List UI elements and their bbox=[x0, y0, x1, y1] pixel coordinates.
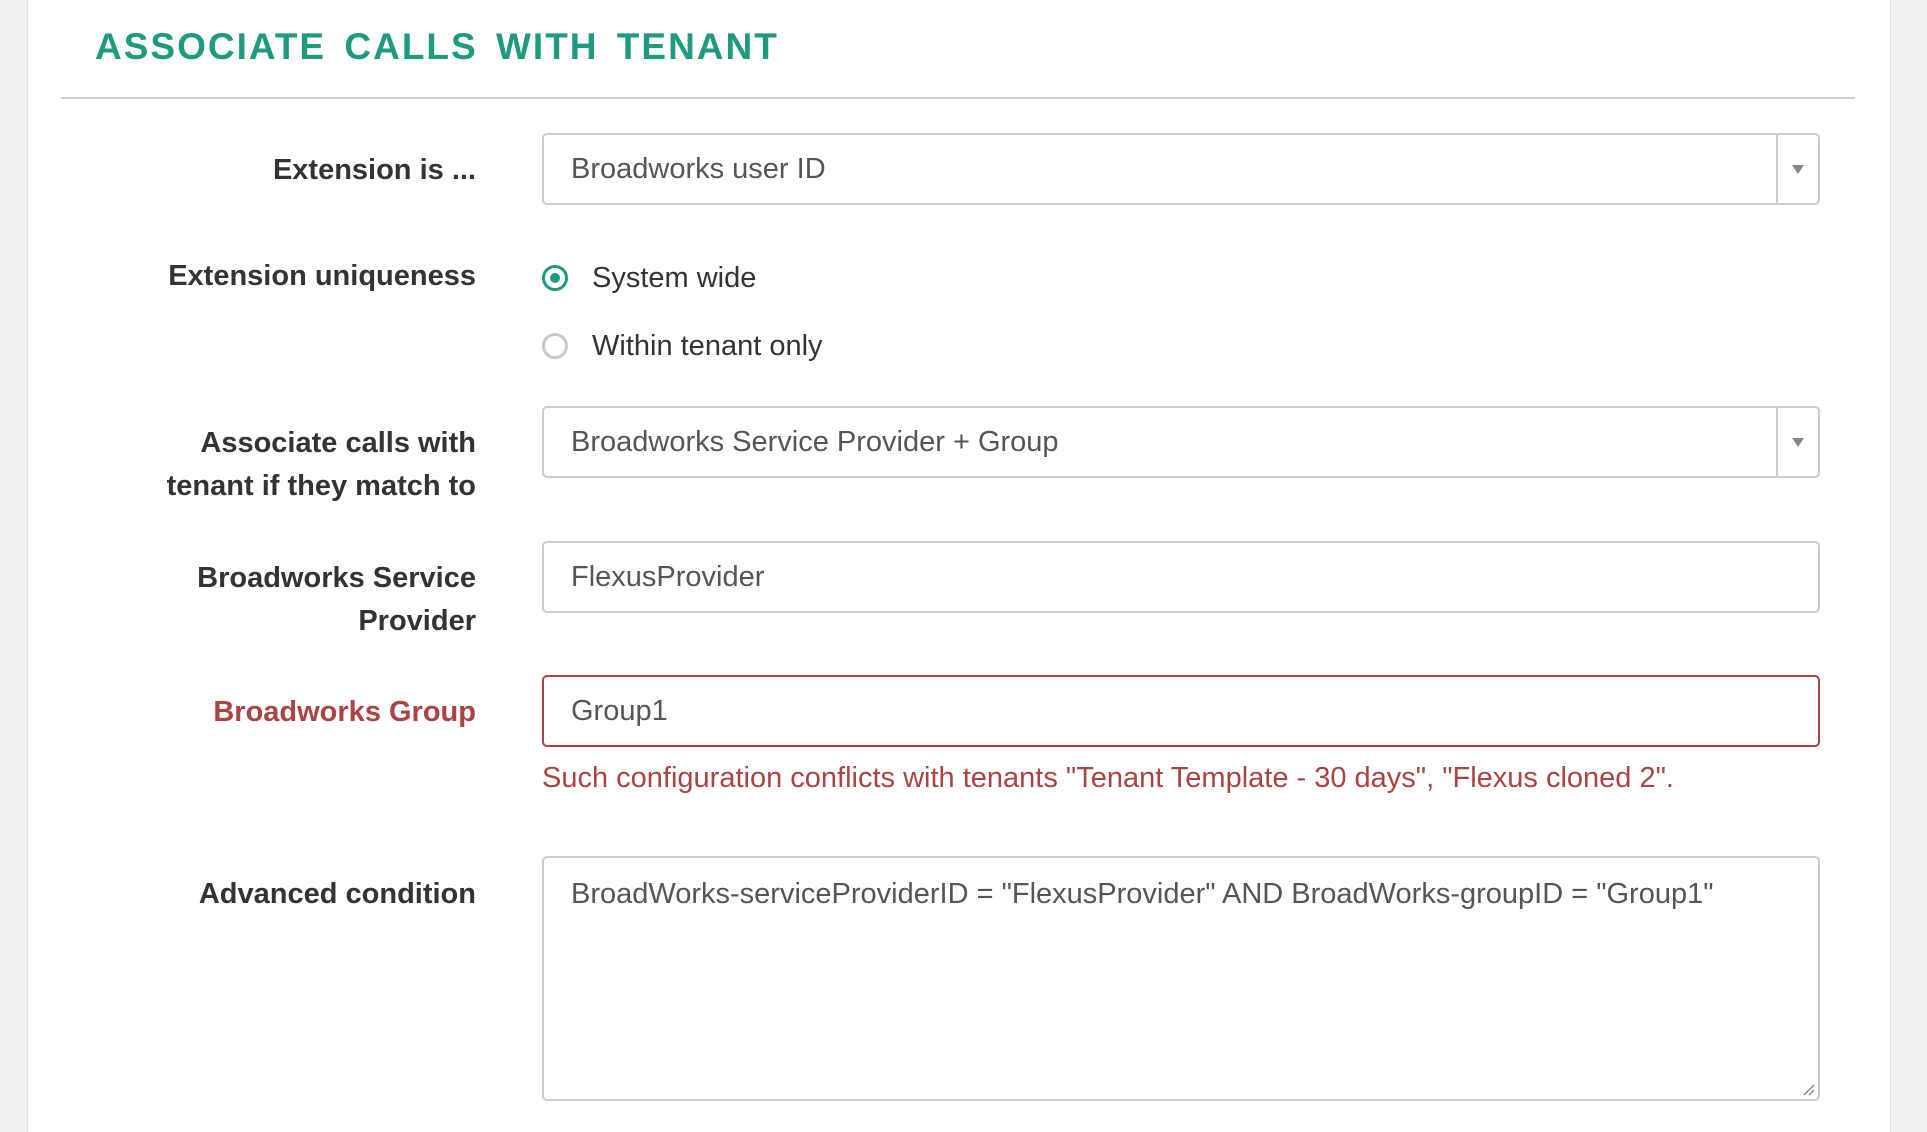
radio-button-unchecked[interactable] bbox=[542, 333, 568, 359]
service-provider-label-line1: Broadworks Service bbox=[197, 562, 476, 594]
group-input[interactable]: Group1 bbox=[542, 675, 1820, 747]
associate-match-label-line1: Associate calls with bbox=[200, 427, 476, 459]
service-provider-input[interactable]: FlexusProvider bbox=[542, 541, 1820, 613]
service-provider-label: Broadworks Service Provider bbox=[96, 557, 476, 643]
section-divider bbox=[61, 97, 1855, 99]
service-provider-label-line2: Provider bbox=[358, 605, 476, 637]
extension-is-dropdown-toggle[interactable] bbox=[1776, 135, 1818, 203]
advanced-condition-label: Advanced condition bbox=[198, 878, 476, 910]
service-provider-value: FlexusProvider bbox=[571, 561, 765, 593]
radio-within-tenant[interactable]: Within tenant only bbox=[542, 326, 823, 366]
extension-is-select[interactable]: Broadworks user ID bbox=[542, 133, 1820, 205]
associate-match-label: Associate calls with tenant if they matc… bbox=[96, 422, 476, 508]
group-value: Group1 bbox=[571, 695, 668, 727]
advanced-condition-value: BroadWorks-serviceProviderID = "FlexusPr… bbox=[571, 878, 1714, 910]
associate-match-value: Broadworks Service Provider + Group bbox=[571, 426, 1059, 458]
extension-is-value: Broadworks user ID bbox=[571, 153, 826, 185]
radio-within-tenant-label[interactable]: Within tenant only bbox=[592, 330, 823, 363]
radio-system-wide[interactable]: System wide bbox=[542, 258, 756, 298]
associate-match-dropdown-toggle[interactable] bbox=[1776, 408, 1818, 476]
resize-grip-icon[interactable] bbox=[1801, 1082, 1815, 1096]
extension-is-label: Extension is ... bbox=[272, 154, 476, 186]
chevron-down-icon bbox=[1792, 437, 1804, 447]
associate-match-label-line2: tenant if they match to bbox=[166, 470, 476, 502]
advanced-condition-textarea[interactable]: BroadWorks-serviceProviderID = "FlexusPr… bbox=[542, 856, 1820, 1101]
section-title: ASSOCIATE CALLS WITH TENANT bbox=[95, 26, 779, 67]
associate-match-select[interactable]: Broadworks Service Provider + Group bbox=[542, 406, 1820, 478]
group-label: Broadworks Group bbox=[213, 696, 476, 728]
radio-system-wide-label[interactable]: System wide bbox=[592, 262, 756, 295]
radio-button-checked[interactable] bbox=[542, 265, 568, 291]
group-error-message: Such configuration conflicts with tenant… bbox=[542, 762, 1674, 794]
chevron-down-icon bbox=[1792, 164, 1804, 174]
extension-uniqueness-label: Extension uniqueness bbox=[168, 260, 476, 292]
